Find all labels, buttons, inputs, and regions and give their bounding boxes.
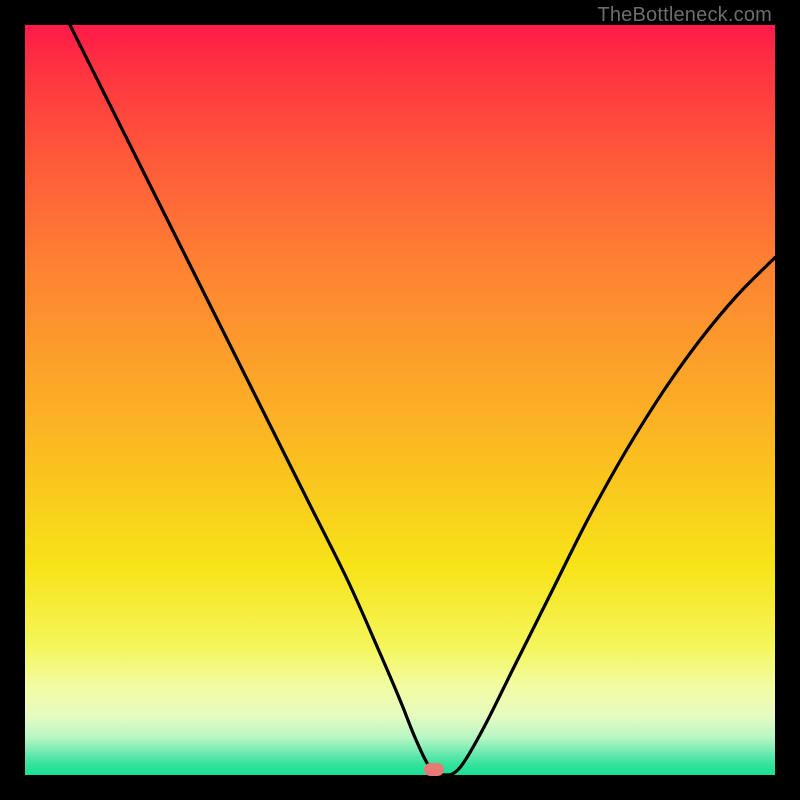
watermark-text: TheBottleneck.com [597,4,772,27]
chart-frame: TheBottleneck.com [0,0,800,800]
optimal-marker [424,763,444,776]
plot-area [25,25,775,775]
bottleneck-curve [25,25,775,775]
